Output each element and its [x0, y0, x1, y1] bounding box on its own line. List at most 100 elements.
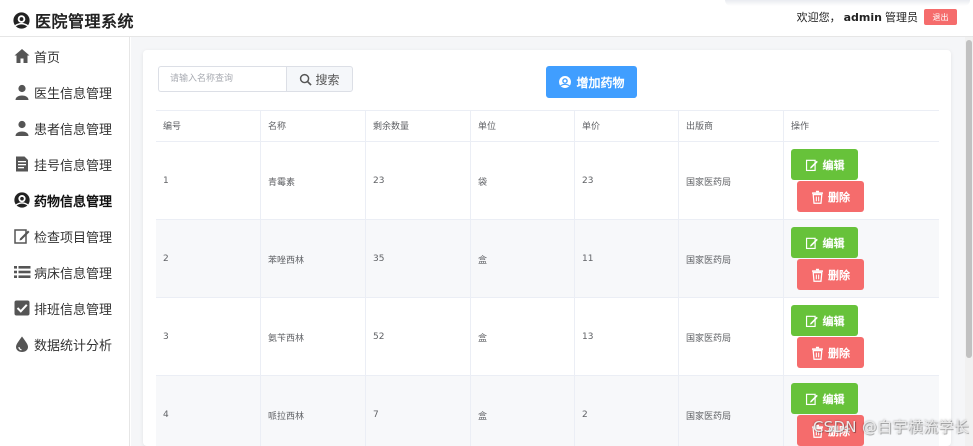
sidebar-item-label: 医生信息管理 [34, 86, 113, 102]
cell-name: 氨苄西林 [261, 298, 366, 376]
cell-price: 11 [575, 220, 679, 298]
cell-actions: 编辑 删除 [784, 220, 939, 298]
search-button-label: 搜索 [315, 72, 340, 87]
watermark: CSDN @白宇横流学长 [812, 418, 969, 436]
table-header: 编号 名称 剩余数量 单位 单价 出版商 操作 [156, 110, 939, 143]
cell-publisher: 国家医药局 [679, 376, 784, 446]
delete-button-label: 删除 [828, 190, 850, 204]
search-icon [300, 73, 313, 86]
table-row: 1 青霉素 23 袋 23 国家医药局 编辑 删除 [156, 142, 939, 220]
sidebar-item-label: 检查项目管理 [34, 230, 113, 246]
delete-button-label: 删除 [828, 268, 850, 282]
cell-name: 苯唑西林 [261, 220, 366, 298]
cell-quantity: 7 [366, 376, 471, 446]
edit-button-label: 编辑 [822, 236, 845, 250]
column-header: 操作 [791, 122, 810, 132]
cell-price: 2 [575, 376, 679, 446]
sidebar-item-doctors[interactable]: 医生信息管理 [13, 81, 112, 103]
edit-button-label: 编辑 [822, 158, 845, 172]
welcome-text: 欢迎您， [796, 11, 841, 24]
list-icon [13, 263, 31, 281]
cell-id: 2 [156, 220, 261, 298]
trash-icon [812, 268, 823, 282]
table-row: 2 苯唑西林 35 盒 11 国家医药局 编辑 删除 [156, 220, 939, 298]
user-area: 欢迎您， admin 管理员 退出 [797, 9, 957, 25]
cell-price: 13 [575, 298, 679, 376]
edit-button[interactable]: 编辑 [791, 149, 858, 180]
cell-price: 23 [575, 142, 679, 220]
top-glow [725, 0, 970, 6]
cell-publisher: 国家医药局 [679, 220, 784, 298]
user-role: 管理员 [885, 11, 918, 24]
cell-actions: 编辑 删除 [784, 298, 939, 376]
delete-button-label: 删除 [828, 346, 850, 360]
edit-icon [13, 227, 31, 245]
sidebar-item-patients[interactable]: 患者信息管理 [13, 117, 112, 139]
sidebar-item-beds[interactable]: 病床信息管理 [13, 261, 112, 283]
home-icon [13, 47, 31, 65]
user-icon [13, 83, 31, 101]
cell-unit: 盒 [471, 220, 575, 298]
sidebar-item-schedule[interactable]: 排班信息管理 [13, 297, 112, 319]
cell-id: 4 [156, 376, 261, 446]
cell-id: 1 [156, 142, 261, 220]
checkbox-icon [13, 299, 31, 317]
column-header: 编号 [156, 111, 261, 143]
cell-quantity: 23 [366, 142, 471, 220]
column-header: 名称 [261, 111, 366, 143]
sidebar-item-label: 药物信息管理 [34, 194, 113, 210]
brand-icon [13, 191, 31, 209]
sidebar-item-home[interactable]: 首页 [13, 45, 60, 67]
add-medicine-button[interactable]: 增加药物 [546, 66, 637, 98]
edit-icon [805, 315, 818, 327]
sidebar-item-medicine[interactable]: 药物信息管理 [13, 189, 112, 211]
table-row: 3 氨苄西林 52 盒 13 国家医药局 编辑 删除 [156, 298, 939, 376]
column-header: 单位 [471, 111, 575, 143]
cell-unit: 盒 [471, 376, 575, 446]
sidebar-item-label: 病床信息管理 [34, 266, 113, 282]
cell-publisher: 国家医药局 [679, 298, 784, 376]
edit-icon [805, 393, 818, 405]
document-icon [13, 155, 31, 173]
drop-icon [13, 335, 31, 353]
edit-button-label: 编辑 [822, 314, 845, 328]
sidebar-item-exams[interactable]: 检查项目管理 [13, 225, 112, 247]
search-button[interactable]: 搜索 [286, 66, 353, 92]
edit-button[interactable]: 编辑 [791, 305, 858, 336]
add-button-label: 增加药物 [576, 75, 625, 90]
column-header: 出版商 [679, 111, 784, 143]
delete-button[interactable]: 删除 [797, 181, 864, 212]
logo: 医院管理系统 [12, 8, 134, 32]
column-header: 单价 [575, 111, 679, 143]
cell-quantity: 52 [366, 298, 471, 376]
search-input[interactable] [158, 66, 287, 92]
edit-icon [805, 159, 818, 171]
trash-icon [812, 190, 823, 204]
user-icon [13, 119, 31, 137]
logout-button[interactable]: 退出 [924, 9, 957, 25]
cell-quantity: 35 [366, 220, 471, 298]
app-title: 医院管理系统 [35, 12, 135, 31]
cell-publisher: 国家医药局 [679, 142, 784, 220]
cell-actions: 编辑 删除 [784, 142, 939, 220]
sidebar-item-label: 挂号信息管理 [34, 158, 113, 174]
scrollbar-thumb[interactable] [966, 40, 972, 358]
cell-name: 青霉素 [261, 142, 366, 220]
sidebar-item-label: 排班信息管理 [34, 302, 113, 318]
edit-button-label: 编辑 [822, 392, 845, 406]
top-bar: 医院管理系统 欢迎您， admin 管理员 退出 [0, 0, 973, 37]
trash-icon [812, 346, 823, 360]
edit-button[interactable]: 编辑 [791, 383, 858, 414]
column-header: 剩余数量 [366, 111, 471, 143]
delete-button[interactable]: 删除 [797, 337, 864, 368]
sidebar-item-label: 首页 [34, 50, 61, 66]
sidebar-item-registration[interactable]: 挂号信息管理 [13, 153, 112, 175]
cell-name: 哌拉西林 [261, 376, 366, 446]
delete-button[interactable]: 删除 [797, 259, 864, 290]
cell-unit: 盒 [471, 298, 575, 376]
edit-button[interactable]: 编辑 [791, 227, 858, 258]
cell-unit: 袋 [471, 142, 575, 220]
sidebar-item-label: 患者信息管理 [34, 122, 113, 138]
sidebar-item-statistics[interactable]: 数据统计分析 [13, 333, 112, 355]
brand-icon [13, 11, 30, 29]
